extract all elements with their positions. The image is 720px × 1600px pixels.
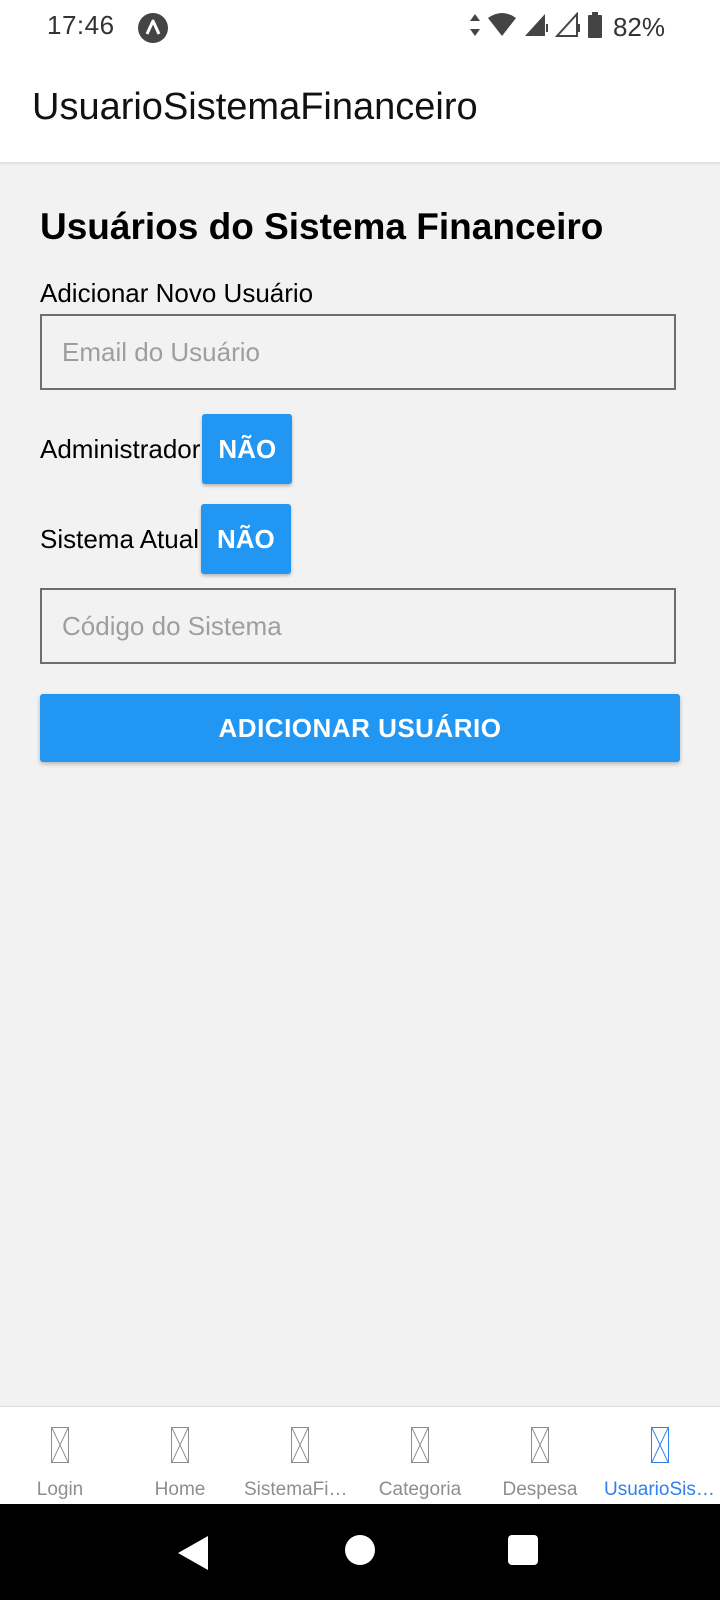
placeholder-icon <box>171 1427 189 1463</box>
tab-label: Home <box>154 1479 206 1500</box>
admin-toggle-button[interactable]: NÃO <box>202 414 293 484</box>
tab-despesa[interactable]: Despesa <box>480 1407 600 1505</box>
back-icon[interactable] <box>178 1536 208 1570</box>
signal-icon <box>523 12 549 43</box>
sistema-label: Sistema Atual <box>40 523 199 554</box>
tab-home[interactable]: Home <box>120 1407 240 1505</box>
app-bar: UsuarioSistemaFinanceiro <box>0 56 720 163</box>
status-icons: 82% <box>469 11 665 43</box>
section-label: Adicionar Novo Usuário <box>40 278 314 308</box>
placeholder-icon <box>531 1427 549 1463</box>
app-bar-title: UsuarioSistemaFinanceiro <box>32 86 478 128</box>
tab-label: Login <box>36 1479 84 1500</box>
data-arrows-icon <box>469 12 481 43</box>
tab-label: Despesa <box>502 1479 578 1500</box>
tab-label: Categoria <box>378 1479 462 1500</box>
placeholder-icon <box>651 1427 669 1463</box>
placeholder-icon <box>51 1427 69 1463</box>
recents-icon[interactable] <box>508 1535 538 1565</box>
placeholder-icon <box>411 1427 429 1463</box>
signal-empty-icon <box>554 11 581 43</box>
tab-categoria[interactable]: Categoria <box>360 1407 480 1505</box>
placeholder-icon <box>291 1427 309 1463</box>
bottom-tab-bar: Login Home SistemaFinanceiro Categoria D… <box>0 1406 720 1505</box>
status-bar: 17:46 82% <box>0 0 720 56</box>
page-title: Usuários do Sistema Financeiro <box>40 206 604 247</box>
admin-label: Administrador <box>40 433 201 464</box>
tab-sistema-financeiro[interactable]: SistemaFinanceiro <box>240 1407 360 1505</box>
sistema-row: Sistema Atual NÃO <box>40 504 291 574</box>
sistema-toggle-button[interactable]: NÃO <box>200 504 291 574</box>
tab-login[interactable]: Login <box>0 1407 120 1505</box>
tab-label: SistemaFinanceiro <box>244 1479 356 1500</box>
tab-usuario-sistema-financeiro[interactable]: UsuarioSistemaFinanceiro <box>600 1407 720 1505</box>
home-icon[interactable] <box>345 1535 375 1565</box>
system-nav-bar <box>0 1504 720 1600</box>
status-time: 17:46 <box>47 10 115 40</box>
admin-row: Administrador NÃO <box>40 414 293 484</box>
email-input[interactable] <box>40 314 676 390</box>
battery-icon <box>587 12 603 43</box>
wifi-icon <box>487 12 517 43</box>
system-code-input[interactable] <box>40 588 676 664</box>
tab-label: UsuarioSistemaFinanceiro <box>604 1479 716 1500</box>
android-app-icon <box>138 13 168 43</box>
battery-percent: 82% <box>612 12 665 42</box>
add-user-button[interactable]: ADICIONAR USUÁRIO <box>40 694 680 762</box>
